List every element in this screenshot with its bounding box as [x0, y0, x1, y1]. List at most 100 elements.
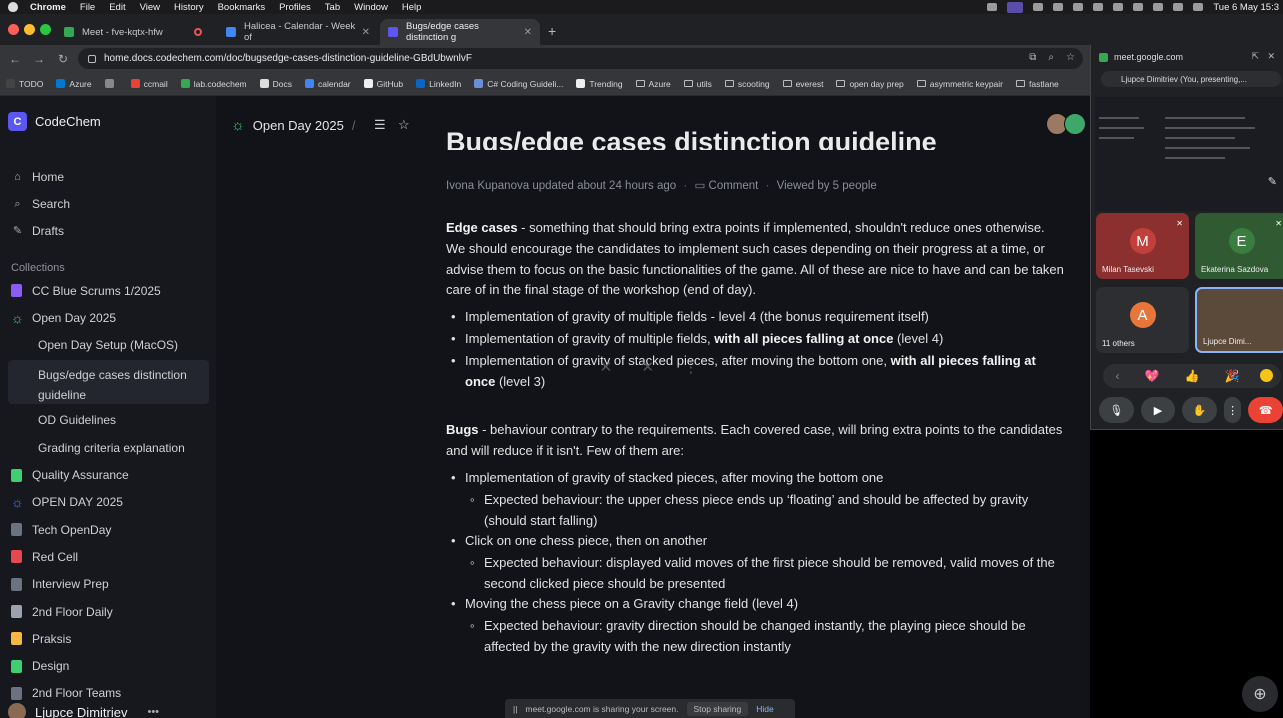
spotlight-icon[interactable]	[1193, 3, 1204, 11]
edge-cases-paragraph[interactable]: Edge cases - something that should bring…	[446, 218, 1066, 301]
status-icon[interactable]	[987, 3, 998, 11]
user-menu[interactable]: Ljupce Dimitriev •••	[8, 703, 159, 718]
bookmark-item[interactable]	[104, 79, 118, 88]
emoji-picker-icon[interactable]	[1260, 369, 1273, 382]
tab-doc[interactable]: Bugs/edge cases distinction g ✕	[380, 19, 540, 45]
menu-chrome[interactable]: Chrome	[30, 2, 66, 13]
camera-off-icon[interactable]: ✕	[600, 358, 613, 376]
more-options-button[interactable]: ⋮	[1224, 397, 1242, 423]
raise-hand-button[interactable]: ✋	[1182, 397, 1218, 423]
sidebar-collection-item[interactable]: ☼ Open Day 2025	[8, 305, 209, 330]
menu-window[interactable]: Window	[354, 2, 388, 13]
list-item[interactable]: Implementation of gravity of multiple fi…	[446, 329, 1066, 350]
reload-icon[interactable]: ↻	[54, 52, 72, 66]
meta-viewed[interactable]: Viewed by 5 people	[777, 180, 877, 192]
meta-author[interactable]: Ivona Kupanova updated about 24 hours ag…	[446, 180, 676, 192]
sidebar-collection-item[interactable]: ☼ OPEN DAY 2025	[8, 490, 209, 515]
list-item[interactable]: Expected behaviour: gravity direction sh…	[446, 616, 1066, 657]
sidebar-collection-item[interactable]: Bugs/edge cases distinction guideline	[8, 359, 209, 404]
breadcrumb[interactable]: ☼ Open Day 2025 /	[231, 117, 355, 134]
status-icon[interactable]	[1033, 3, 1044, 11]
presenting-bar[interactable]: Ljupce Dimitriev (You, presenting,...	[1101, 71, 1281, 87]
bookmark-item[interactable]: calendar	[305, 79, 351, 89]
stop-sharing-button[interactable]: Stop sharing	[686, 701, 749, 716]
tab-meet[interactable]: Meet - fve-kqtx-hfw	[56, 19, 218, 45]
sidebar-item-search[interactable]: ⌕ Search	[11, 197, 70, 211]
annotate-icon[interactable]: ✎	[1268, 175, 1277, 188]
status-icon[interactable]	[1113, 3, 1124, 11]
bookmark-item[interactable]: utils	[683, 79, 712, 89]
bookmark-star-icon[interactable]: ☆	[1066, 52, 1075, 63]
bookmark-item[interactable]: Trending	[576, 79, 623, 89]
close-tab-icon[interactable]: ✕	[524, 27, 532, 38]
more-icon[interactable]: •••	[147, 706, 159, 718]
address-bar[interactable]: home.docs.codechem.com/doc/bugsedge-case…	[78, 48, 1083, 69]
bookmark-item[interactable]: LinkedIn	[416, 79, 461, 89]
sidebar-collection-item[interactable]: 2nd Floor Daily	[8, 599, 209, 624]
menu-history[interactable]: History	[174, 2, 204, 13]
breadcrumb-label[interactable]: Open Day 2025	[253, 118, 344, 133]
sidebar-item-drafts[interactable]: ✎ Drafts	[11, 224, 64, 238]
menu-file[interactable]: File	[80, 2, 95, 13]
status-icon[interactable]	[1093, 3, 1104, 11]
bookmark-item[interactable]: C# Coding Guideli...	[474, 79, 563, 89]
mic-off-icon[interactable]: ✕	[642, 358, 655, 376]
sidebar-collection-item[interactable]: Grading criteria explanation	[8, 435, 209, 460]
hide-banner-button[interactable]: Hide	[756, 704, 773, 714]
list-item[interactable]: Expected behaviour: displayed valid move…	[446, 553, 1066, 594]
menu-profiles[interactable]: Profiles	[279, 2, 311, 13]
participant-tile[interactable]: Ljupce Dimi...	[1195, 287, 1283, 353]
menu-help[interactable]: Help	[402, 2, 422, 13]
clock[interactable]: Tue 6 May 15:3	[1213, 2, 1279, 13]
participant-tile[interactable]: E Ekaterina Sazdova ✕	[1195, 213, 1283, 279]
sidebar-collection-item[interactable]: Red Cell	[8, 544, 209, 569]
bookmark-item[interactable]: Docs	[259, 79, 292, 89]
site-info-icon[interactable]	[88, 54, 96, 63]
avatar[interactable]	[1064, 113, 1086, 135]
sidebar-collection-item[interactable]: Interview Prep	[8, 572, 209, 597]
bookmark-item[interactable]: everest	[782, 79, 823, 89]
back-arrow-icon[interactable]: ←	[6, 52, 24, 66]
chevron-left-icon[interactable]: ‹	[1116, 369, 1120, 383]
participant-tile[interactable]: M Milan Tasevski ✕	[1096, 213, 1189, 279]
sidebar-collection-item[interactable]: Open Day Setup (MacOS)	[8, 333, 209, 358]
zoom-window-button[interactable]	[40, 24, 51, 35]
participant-tile[interactable]: A 11 others	[1096, 287, 1189, 353]
microphone-button[interactable]: 🎙	[1099, 397, 1134, 423]
bookmark-item[interactable]: lab.codechem	[180, 79, 247, 89]
sidebar-collection-item[interactable]: CC Blue Scrums 1/2025	[8, 278, 209, 303]
menu-tab[interactable]: Tab	[325, 2, 340, 13]
sidebar-collection-item[interactable]: Quality Assurance	[8, 463, 209, 488]
sidebar-collection-item[interactable]: Design	[8, 654, 209, 679]
bookmark-item[interactable]: GitHub	[363, 79, 403, 89]
close-tab-icon[interactable]: ✕	[362, 27, 370, 38]
meta-comment[interactable]: Comment	[709, 180, 759, 192]
bookmark-item[interactable]: ccmail	[130, 79, 168, 89]
close-pip-icon[interactable]: ✕	[1267, 51, 1275, 62]
menu-view[interactable]: View	[140, 2, 160, 13]
reaction-thumbs-up[interactable]: 👍	[1184, 369, 1199, 383]
menu-edit[interactable]: Edit	[109, 2, 125, 13]
new-tab-icon[interactable]: +	[548, 23, 556, 39]
viewers-avatars[interactable]	[1046, 113, 1086, 135]
sidebar-item-home[interactable]: ⌂ Home	[11, 170, 64, 184]
reaction-party[interactable]: 🎉	[1224, 369, 1239, 383]
reaction-heart[interactable]: 💖	[1145, 369, 1160, 383]
sidebar-collection-item[interactable]: OD Guidelines	[8, 408, 209, 433]
forward-arrow-icon[interactable]: →	[30, 52, 48, 66]
leave-call-button[interactable]: ☎	[1248, 397, 1283, 423]
wifi-icon[interactable]	[1173, 3, 1184, 11]
table-of-contents-icon[interactable]: ☰	[374, 117, 386, 133]
brightness-icon[interactable]	[1053, 3, 1064, 11]
list-item[interactable]: Expected behaviour: the upper chess piec…	[446, 490, 1066, 531]
comment-icon[interactable]: ▭	[694, 180, 705, 192]
bookmark-item[interactable]: Azure	[56, 79, 92, 89]
list-item[interactable]: Implementation of gravity of stacked pie…	[446, 351, 1066, 392]
menu-bookmarks[interactable]: Bookmarks	[218, 2, 266, 13]
sidebar-collection-item[interactable]: Tech OpenDay	[8, 517, 209, 542]
bugs-paragraph[interactable]: Bugs - behaviour contrary to the require…	[446, 420, 1066, 462]
list-item[interactable]: Implementation of gravity of stacked pie…	[446, 468, 1066, 489]
list-item[interactable]: Moving the chess piece on a Gravity chan…	[446, 594, 1066, 615]
bookmark-item[interactable]: TODO	[6, 79, 43, 89]
install-app-icon[interactable]: ⧉	[1029, 52, 1036, 63]
